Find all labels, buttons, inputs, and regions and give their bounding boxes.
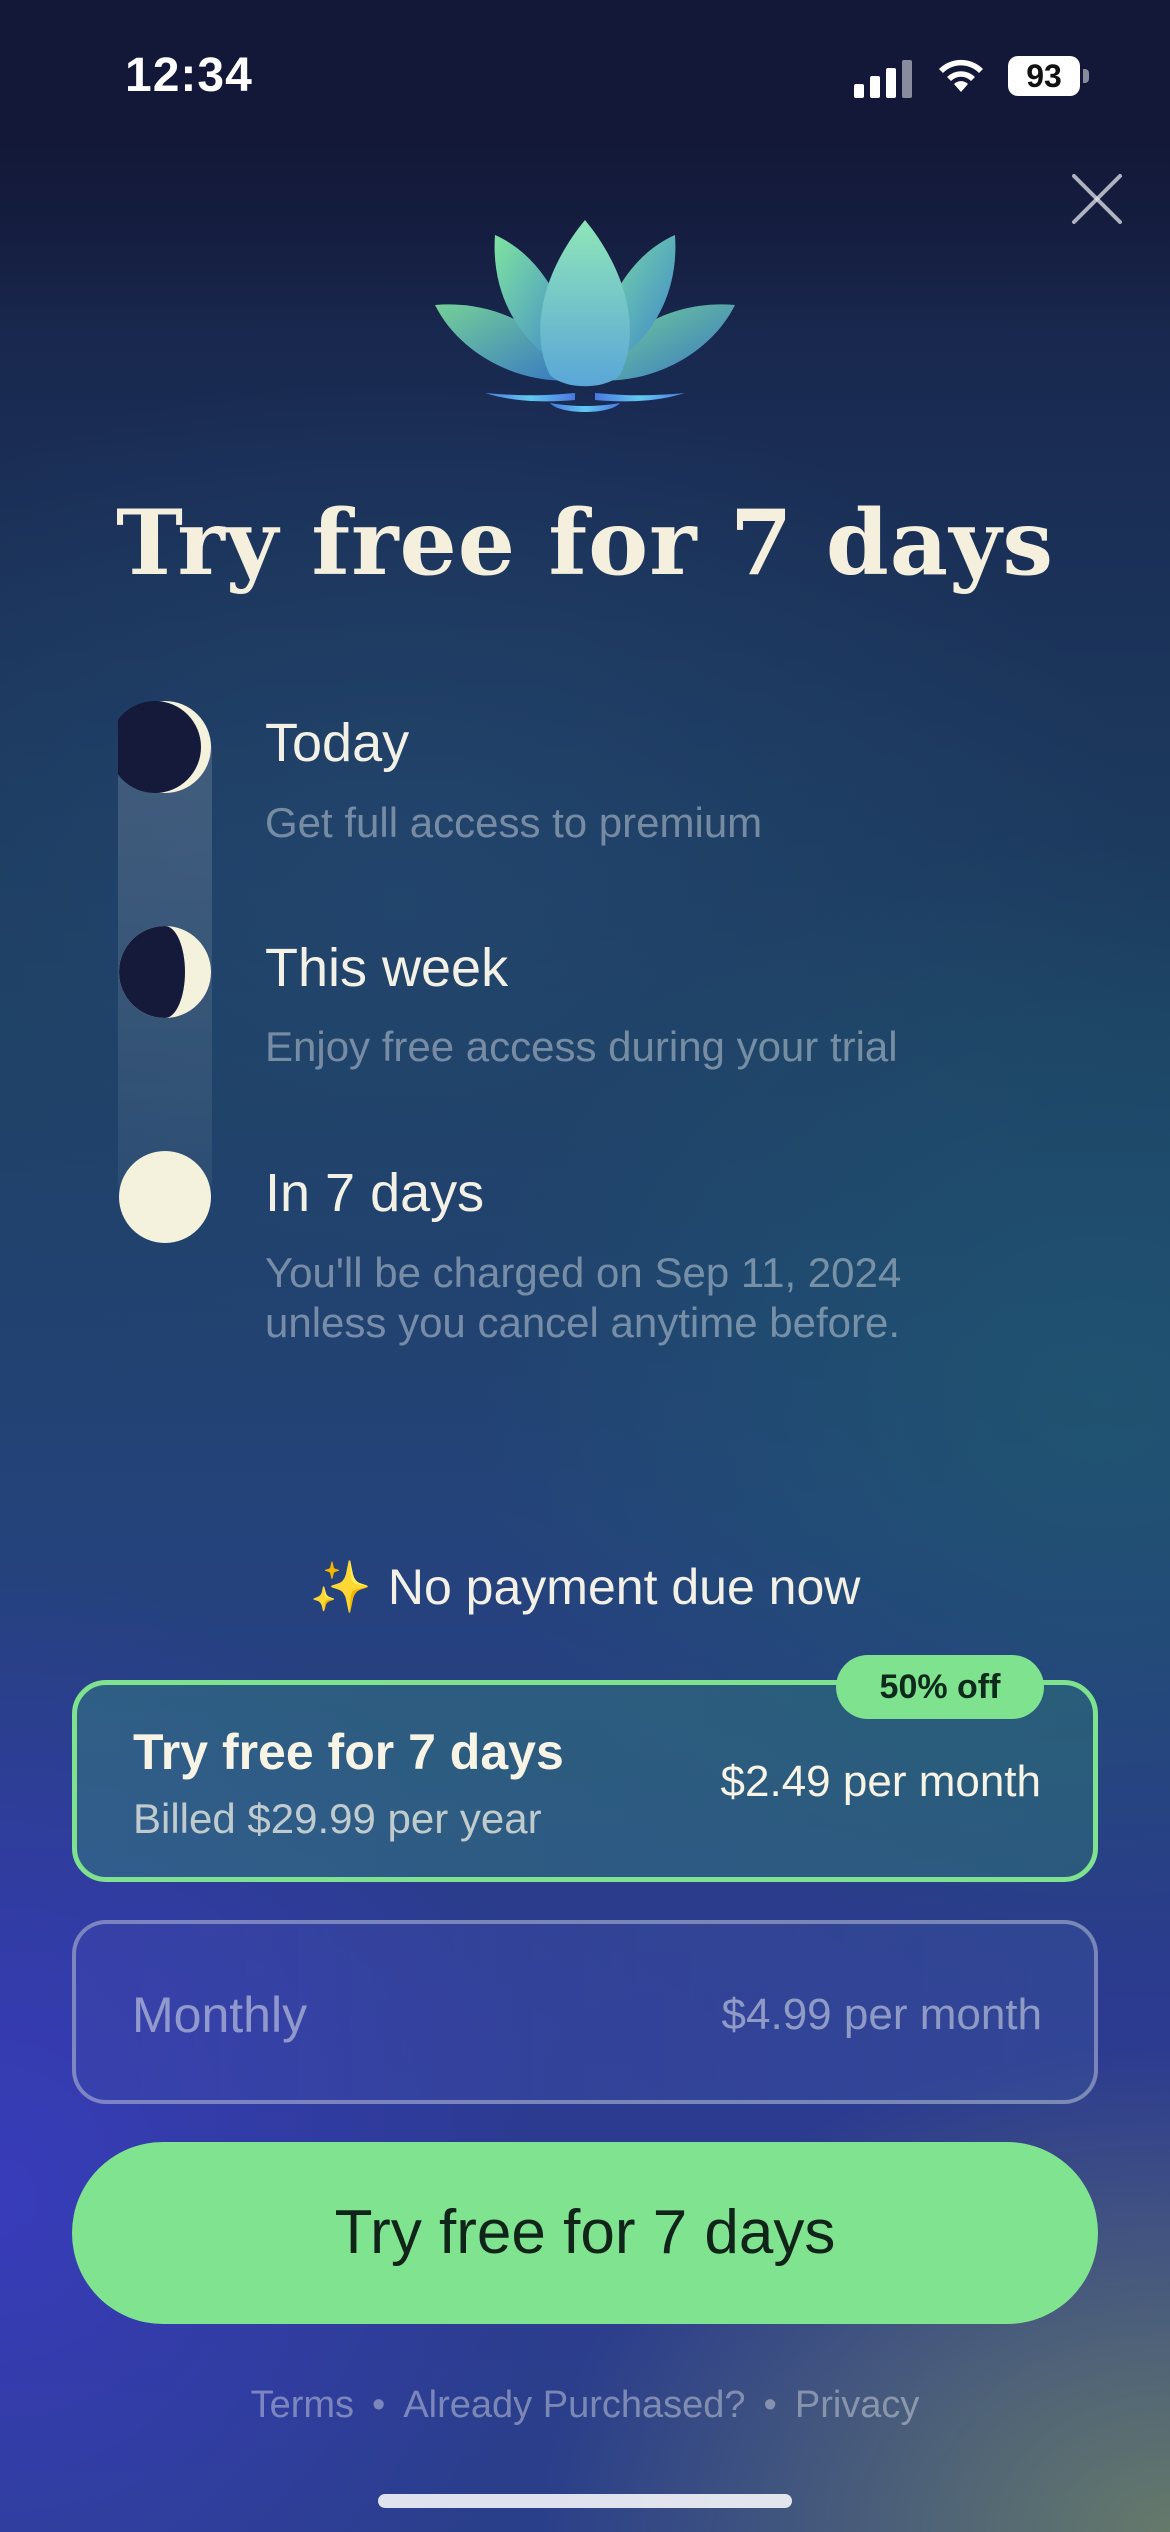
start-trial-button[interactable]: Try free for 7 days (72, 2142, 1098, 2324)
sparkles-icon: ✨ (309, 1559, 372, 1615)
home-indicator[interactable] (378, 2494, 792, 2508)
terms-link[interactable]: Terms (251, 2384, 354, 2426)
footer-separator: • (763, 2384, 777, 2426)
step-in-7-days-title: In 7 days (265, 1163, 485, 1223)
step-today-title: Today (265, 713, 410, 773)
plan-yearly-billing: Billed $29.99 per year (133, 1795, 542, 1842)
plan-yearly-price: $2.49 per month (720, 1757, 1041, 1806)
no-payment-note: ✨ No payment due now (0, 1558, 1170, 1617)
plan-option-monthly[interactable]: Monthly $4.99 per month (72, 1920, 1098, 2104)
battery-icon: 93 (1008, 56, 1089, 96)
page-title: Try free for 7 days (115, 490, 1055, 596)
privacy-link[interactable]: Privacy (795, 2384, 920, 2426)
status-bar: 12:34 93 (0, 0, 1170, 150)
plan-monthly-price: $4.99 per month (721, 1990, 1042, 2039)
status-time: 12:34 (125, 49, 253, 102)
discount-badge: 50% off (836, 1655, 1044, 1719)
step-in-7-days-description-line: You'll be charged on Sep 11, 2024 (265, 1249, 902, 1296)
half-moon-icon (119, 926, 211, 1018)
plan-yearly-title: Try free for 7 days (133, 1724, 564, 1780)
cellular-signal-icon (854, 58, 914, 98)
footer-links: Terms • Already Purchased? • Privacy (0, 2384, 1170, 2427)
step-in-7-days-description: You'll be charged on Sep 11, 2024 unless… (265, 1248, 901, 1348)
step-this-week-description: Enjoy free access during your trial (265, 1023, 898, 1070)
no-payment-text: No payment due now (387, 1559, 861, 1615)
step-today-description: Get full access to premium (265, 799, 763, 846)
already-purchased-link[interactable]: Already Purchased? (403, 2384, 745, 2426)
lotus-logo-icon (435, 220, 735, 412)
plan-monthly-title: Monthly (132, 1987, 308, 2043)
close-icon[interactable] (1066, 168, 1128, 230)
crescent-moon-icon (118, 701, 211, 793)
wifi-icon (939, 59, 983, 92)
footer-separator: • (372, 2384, 386, 2426)
full-moon-icon (119, 1151, 211, 1243)
step-in-7-days-description-line: unless you cancel anytime before. (265, 1299, 901, 1346)
step-this-week-title: This week (265, 938, 509, 998)
battery-level: 93 (1008, 56, 1080, 96)
